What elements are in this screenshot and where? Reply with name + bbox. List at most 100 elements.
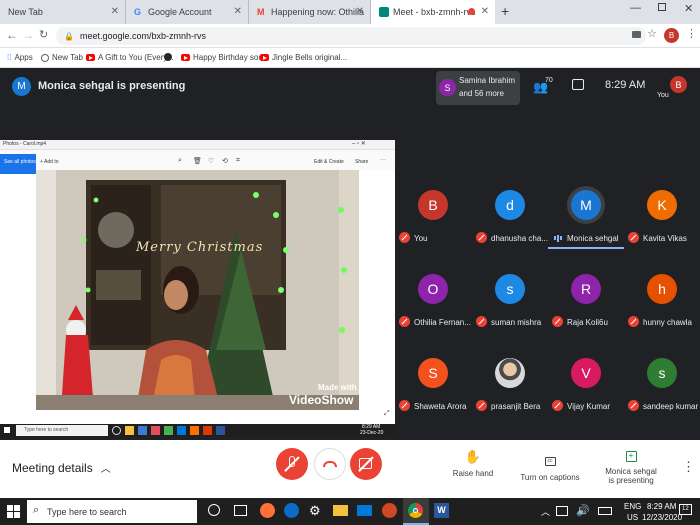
see-all-photos-button: See all photos (0, 154, 36, 174)
bookmark-github[interactable] (164, 53, 172, 61)
window-close-button[interactable]: ✕ (684, 2, 693, 15)
tab-new-tab[interactable]: New Tab ✕ (0, 0, 126, 24)
participant-name: Raja Koli6u (567, 318, 608, 327)
self-avatar: B (670, 76, 687, 93)
back-icon[interactable]: ← (6, 28, 18, 42)
taskbar-clock-date[interactable]: 12/23/2020 (642, 513, 682, 522)
meet-header: M Monica sehgal is presenting S Samina I… (0, 68, 700, 108)
raise-hand-label: Raise hand (452, 469, 494, 478)
participant-tile[interactable]: d dhanusha cha... (472, 176, 548, 248)
word-icon[interactable]: W (434, 503, 449, 518)
taskbar-clock-time[interactable]: 8:29 AM (647, 502, 676, 511)
bookmark-gift[interactable]: A Gift to You (Every... (86, 53, 173, 62)
powerpoint-icon[interactable] (382, 503, 397, 518)
presenting-label-line2: is presenting (608, 476, 654, 485)
language-top[interactable]: ENG (624, 502, 641, 511)
participant-avatar: R (571, 274, 601, 304)
participant-name: hunny chawla (643, 318, 692, 327)
participant-tile[interactable]: B You (395, 176, 471, 248)
more-options-icon[interactable]: ⋮ (682, 459, 695, 475)
captions-button[interactable]: cc Turn on captions (518, 449, 582, 489)
more-icon: ··· (380, 157, 386, 163)
shared-search-text: Type here to search (24, 427, 69, 433)
participant-tile[interactable]: M Monica sehgal (548, 176, 624, 249)
bookmark-apps[interactable]: ⁞⁞ Apps (7, 53, 33, 62)
bookmark-jingle[interactable]: Jingle Bells original... (260, 53, 347, 62)
participant-tile[interactable]: O Othilia Fernan... (395, 260, 471, 332)
participant-tile[interactable]: V Vijay Kumar (548, 344, 624, 416)
windows-start-icon[interactable] (7, 505, 20, 518)
tab-happening-now[interactable]: M Happening now: Othilia Fernande ✕ (249, 0, 371, 24)
edit-create-label: Edit & Create (314, 159, 344, 165)
present-icon: + (625, 451, 637, 462)
video-frame: Merry Christmas Made with VideoShow (36, 170, 359, 410)
participant-tile[interactable]: s suman mishra (472, 260, 548, 332)
close-icon[interactable]: ✕ (356, 6, 364, 17)
participants-preview[interactable]: S Samina Ibrahim and 56 more (436, 71, 520, 105)
omnibox[interactable]: 🔒 meet.google.com/bxb-zmnh-rvs (56, 27, 646, 45)
gmail-icon: M (257, 7, 265, 17)
maximize-button[interactable] (658, 3, 666, 11)
close-icon[interactable]: ✕ (234, 6, 242, 17)
folder-icon[interactable] (333, 505, 348, 516)
mail-icon[interactable] (357, 505, 372, 516)
close-icon[interactable]: ✕ (481, 6, 489, 17)
tab-google-account[interactable]: G Google Account ✕ (126, 0, 249, 24)
participant-avatar: O (418, 274, 448, 304)
camera-off-button[interactable] (350, 448, 382, 480)
star-icon[interactable]: ☆ (647, 27, 657, 40)
mic-muted-icon (552, 400, 563, 411)
meeting-details-label: Meeting details (12, 460, 93, 475)
minimize-button[interactable]: — (630, 2, 641, 14)
meeting-details-button[interactable]: Meeting details ︿ (12, 460, 111, 476)
bookmark-birthday[interactable]: Happy Birthday son... (181, 53, 269, 62)
leave-call-button[interactable] (314, 448, 346, 480)
tray-chevron-icon[interactable]: ︿ (541, 505, 550, 518)
volume-icon[interactable]: 🔊 (576, 504, 590, 517)
mic-off-button[interactable] (276, 448, 308, 480)
participant-avatar: h (647, 274, 677, 304)
mic-muted-icon (476, 316, 487, 327)
network-icon[interactable] (556, 506, 568, 516)
new-tab-button[interactable]: + (501, 3, 509, 19)
tab-meet[interactable]: Meet - bxb-zmnh-rvs ✕ (371, 0, 495, 24)
chrome-taskbar-active[interactable] (403, 498, 429, 525)
forward-icon[interactable]: → (22, 28, 34, 42)
task-view-icon[interactable] (234, 505, 247, 516)
battery-icon[interactable] (598, 507, 612, 515)
chat-icon[interactable] (572, 79, 584, 90)
participant-tile[interactable]: h hunny chawla (624, 260, 700, 332)
cortana-icon[interactable] (208, 504, 220, 516)
google-icon: G (134, 7, 142, 17)
profile-avatar[interactable]: B (664, 28, 679, 43)
settings-icon[interactable]: ⚙ (309, 503, 321, 519)
lock-icon: 🔒 (64, 31, 74, 41)
notification-button[interactable]: 12 (678, 503, 694, 519)
chevron-up-icon: ︿ (100, 464, 111, 475)
youtube-icon (260, 54, 269, 61)
participant-tile[interactable]: K Kavita Vikas (624, 176, 700, 248)
bookmark-new-tab[interactable]: New Tab (41, 53, 83, 62)
participant-name: dhanusha cha... (491, 234, 548, 243)
presenting-button[interactable]: + Monica sehgal is presenting (596, 445, 666, 493)
presenting-title: Monica sehgal is presenting (38, 80, 186, 92)
raise-hand-button[interactable]: ✋ Raise hand (448, 449, 498, 489)
language-bottom[interactable]: US (627, 513, 638, 522)
shared-window-title: Photos - Carol.mp4 (3, 141, 47, 147)
participant-tile[interactable]: R Raja Koli6u (548, 260, 624, 332)
reload-icon[interactable]: ↻ (39, 28, 48, 41)
participant-tile[interactable]: S Shaweta Arora (395, 344, 471, 416)
edge-icon[interactable] (284, 503, 299, 518)
close-icon[interactable]: ✕ (111, 6, 119, 17)
participant-avatar: M (571, 190, 601, 220)
taskbar-search-box[interactable]: ⌕ Type here to search (27, 500, 197, 523)
menu-icon[interactable]: ⋮ (686, 27, 697, 40)
camera-icon[interactable] (632, 31, 641, 38)
watermark-line2: VideoShow (289, 393, 354, 407)
participant-tile[interactable]: s sandeep kumar (624, 344, 700, 416)
firefox-icon[interactable] (260, 503, 275, 518)
participant-name: You (414, 234, 428, 243)
meeting-clock: 8:29 AM (605, 79, 646, 91)
participant-tile[interactable]: prasanjit Bera (472, 344, 548, 416)
shared-screen: Photos - Carol.mp4 – ▫ ✕ See all photos … (0, 140, 395, 437)
